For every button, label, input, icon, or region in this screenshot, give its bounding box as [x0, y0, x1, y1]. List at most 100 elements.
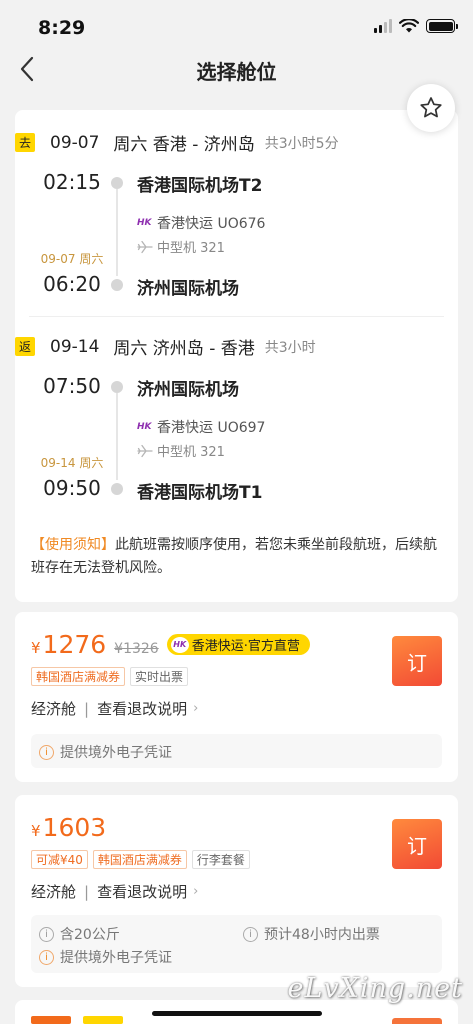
offer-price-row: ¥ 1603 [31, 813, 106, 842]
airline-logo-icon: HK [137, 218, 152, 228]
return-airline: HK 香港快运 UO697 [137, 417, 265, 437]
offer-card[interactable]: ¥ 1276 ¥1326 HK 香港快运·官方直营 韩国酒店满减券 实时出票 经… [15, 612, 458, 782]
info-text: 含20公斤 [60, 927, 120, 943]
info-icon: i [39, 949, 54, 965]
price-value: 1603 [42, 813, 107, 842]
offer-info-box: i 含20公斤 i 预计48小时内出票 i 提供境外电子凭证 [31, 915, 442, 973]
chevron-right-icon: › [193, 701, 199, 716]
plane-icon [137, 240, 153, 253]
wifi-icon [399, 19, 419, 33]
book-button-partial[interactable] [392, 1018, 442, 1024]
page-title: 选择舱位 [196, 60, 277, 84]
info-icon: i [39, 926, 54, 942]
flight-detail-card: 去 09-07 周六 香港 - 济州岛 共3小时5分 02:15 香港国际机场T… [15, 110, 458, 602]
outbound-dep-dot [111, 177, 123, 189]
plane-icon [137, 444, 153, 457]
outbound-dep-time: 02:15 [43, 170, 101, 194]
info-text: 提供境外电子凭证 [60, 950, 172, 966]
return-arr-airport: 香港国际机场T1 [137, 483, 263, 503]
status-icons [374, 19, 458, 33]
refund-rules-link[interactable]: 查看退改说明 [97, 698, 187, 719]
airline-logo-icon: HK [137, 422, 152, 432]
return-timeline [116, 393, 118, 480]
return-aircraft: 中型机 321 [137, 441, 225, 460]
favorite-button[interactable] [407, 84, 455, 132]
signal-icon [374, 19, 392, 33]
return-airline-text: 香港快运 UO697 [157, 420, 266, 436]
cabin-row: 经济舱 | 查看退改说明 › [31, 698, 199, 719]
price-value: 1276 [42, 630, 107, 659]
outbound-arr-time: 06:20 [43, 272, 101, 296]
return-dep-time: 07:50 [43, 374, 101, 398]
cabin-row: 经济舱 | 查看退改说明 › [31, 881, 199, 902]
home-indicator [152, 1011, 322, 1016]
badge-partial [83, 1016, 123, 1024]
notice-label: 【使用须知】 [31, 537, 115, 553]
return-duration: 共3小时 [264, 339, 316, 356]
outbound-airline-text: 香港快运 UO676 [157, 216, 266, 232]
usage-notice: 【使用须知】此航班需按顺序使用，若您未乘坐前段航班，后续航班存在无法登机风险。 [31, 534, 442, 580]
outbound-duration: 共3小时5分 [264, 135, 339, 152]
offer-tag: 韩国酒店满减券 [31, 667, 126, 686]
offer-tag: 实时出票 [130, 667, 189, 686]
info-item: i 预计48小时内出票 [243, 924, 380, 944]
book-button[interactable]: 订 [392, 636, 442, 686]
offer-tags: 韩国酒店满减券 实时出票 [31, 667, 189, 686]
outbound-aircraft-text: 中型机 321 [157, 241, 225, 256]
return-tag: 返 [15, 337, 35, 356]
book-button[interactable]: 订 [392, 819, 442, 869]
original-price: ¥1326 [114, 641, 159, 657]
price-value-partial [31, 1016, 71, 1024]
star-icon [420, 97, 442, 118]
info-icon: i [39, 744, 54, 760]
outbound-aircraft: 中型机 321 [137, 237, 225, 256]
outbound-arr-airport: 济州国际机场 [137, 279, 239, 299]
cabin-class: 经济舱 [31, 883, 77, 901]
cabin-class: 经济舱 [31, 700, 77, 718]
return-date: 09-14 [50, 336, 100, 357]
offer-info-box: i 提供境外电子凭证 [31, 734, 442, 768]
chevron-right-icon: › [193, 884, 199, 899]
brand-badge-text: 香港快运·官方直营 [191, 639, 300, 654]
info-text: 预计48小时内出票 [264, 927, 380, 943]
return-dep-airport: 济州国际机场 [137, 380, 239, 400]
refund-rules-link[interactable]: 查看退改说明 [97, 881, 187, 902]
return-arr-date-note: 09-14 周六 [40, 456, 104, 470]
return-arr-dot [111, 483, 123, 495]
offer-tag: 可减¥40 [31, 850, 88, 869]
offer-price-row: ¥ 1276 ¥1326 HK 香港快运·官方直营 [31, 630, 310, 659]
status-bar: 8:29 [0, 0, 473, 52]
offer-tags: 可减¥40 韩国酒店满减券 行李套餐 [31, 850, 250, 869]
outbound-airline: HK 香港快运 UO676 [137, 213, 265, 233]
outbound-arr-dot [111, 279, 123, 291]
return-aircraft-text: 中型机 321 [157, 445, 225, 460]
outbound-tag: 去 [15, 133, 35, 152]
official-store-badge: HK 香港快运·官方直营 [166, 634, 310, 655]
segment-divider [29, 316, 444, 317]
offer-tag: 行李套餐 [191, 850, 250, 869]
return-route: 周六 济州岛 - 香港 [113, 339, 255, 359]
outbound-timeline [116, 189, 118, 276]
return-arr-time: 09:50 [43, 476, 101, 500]
price-currency: ¥ [31, 822, 41, 840]
airline-logo-icon: HK [170, 636, 189, 653]
return-header: 返 09-14 周六 济州岛 - 香港 共3小时 [15, 334, 316, 359]
offer-tag: 韩国酒店满减券 [92, 850, 187, 869]
info-item: i 提供境外电子凭证 [39, 947, 172, 967]
info-item: i 提供境外电子凭证 [39, 742, 172, 762]
outbound-route: 周六 香港 - 济州岛 [113, 135, 255, 155]
watermark: eLvXing.net [287, 973, 463, 1004]
battery-icon [426, 19, 458, 33]
outbound-header: 去 09-07 周六 香港 - 济州岛 共3小时5分 [15, 130, 339, 155]
info-text: 提供境外电子凭证 [60, 745, 172, 761]
price-currency: ¥ [31, 639, 41, 657]
info-item: i 含20公斤 [39, 924, 120, 944]
info-icon: i [243, 926, 258, 942]
outbound-dep-airport: 香港国际机场T2 [137, 176, 263, 196]
outbound-date: 09-07 [50, 132, 100, 153]
offer-card[interactable]: ¥ 1603 可减¥40 韩国酒店满减券 行李套餐 经济舱 | 查看退改说明 ›… [15, 795, 458, 987]
nav-bar: 选择舱位 [0, 52, 473, 98]
return-dep-dot [111, 381, 123, 393]
status-time: 8:29 [38, 17, 86, 39]
outbound-arr-date-note: 09-07 周六 [40, 252, 104, 266]
